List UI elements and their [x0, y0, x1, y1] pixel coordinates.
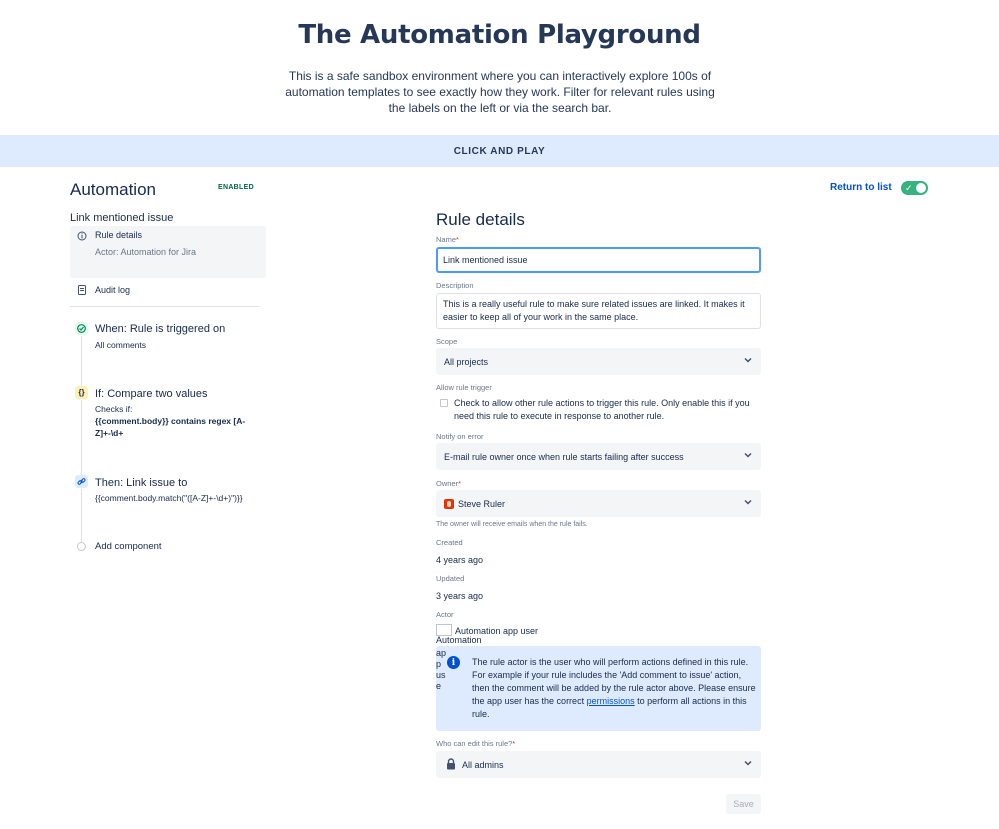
add-component-dot — [77, 542, 86, 551]
owner-helper-text: The owner will receive emails when the r… — [436, 521, 588, 528]
description-textarea[interactable]: This is a really useful rule to make sur… — [436, 293, 761, 329]
flow-connector — [81, 400, 82, 476]
scope-select[interactable]: All projects — [436, 348, 761, 375]
editors-select[interactable]: All admins — [436, 751, 761, 778]
lock-icon — [447, 758, 455, 770]
avatar — [444, 499, 454, 509]
status-badge: ENABLED — [218, 184, 254, 191]
condition-checks-label: Checks if: — [95, 404, 133, 414]
permissions-link[interactable]: permissions — [587, 696, 635, 706]
chevron-down-icon — [744, 357, 752, 363]
editors-label: Who can edit this rule?* — [436, 739, 516, 748]
document-icon — [77, 285, 87, 295]
trigger-subtitle: All comments — [95, 340, 147, 350]
scope-label: Scope — [436, 337, 458, 346]
chevron-down-icon — [744, 760, 752, 766]
updated-value: 3 years ago — [436, 591, 484, 601]
toggle-knob — [916, 183, 926, 193]
sidebar-item-label: Rule details — [95, 230, 143, 240]
sidebar-divider — [70, 306, 259, 307]
owner-select[interactable]: Steve Ruler — [436, 490, 761, 517]
notify-value: E-mail rule owner once when rule starts … — [444, 451, 684, 462]
rule-name-input[interactable]: Link mentioned issue — [436, 247, 761, 273]
condition-braces-icon: {} — [75, 386, 88, 399]
flow-connector — [81, 336, 82, 386]
add-component-button[interactable]: Add component — [95, 541, 162, 552]
automation-title: Automation — [70, 180, 156, 199]
chevron-down-icon — [744, 452, 752, 458]
description-label: Description — [436, 281, 474, 290]
created-value: 4 years ago — [436, 555, 484, 565]
action-expression: {{comment.body.match("([A-Z]+-\d+)")}} — [95, 493, 243, 503]
owner-label: Owner* — [436, 479, 462, 488]
trigger-icon — [75, 322, 88, 335]
sidebar-actor-text: Actor: Automation for Jira — [95, 247, 197, 257]
flow-connector — [81, 489, 82, 542]
info-icon: i — [447, 656, 460, 669]
allow-trigger-checkbox[interactable] — [440, 399, 448, 407]
save-button[interactable]: Save — [726, 794, 761, 814]
page-description: This is a safe sandbox environment where… — [285, 69, 715, 115]
checkmark-icon: ✓ — [905, 183, 913, 193]
chevron-down-icon — [744, 499, 752, 505]
actor-image-alt: Automation — [436, 635, 482, 645]
actor-info-text: The rule actor is the user who will perf… — [472, 657, 756, 719]
editors-value: All admins — [462, 759, 504, 770]
link-icon — [75, 475, 88, 488]
owner-value: Steve Ruler — [458, 498, 506, 509]
condition-title[interactable]: If: Compare two values — [95, 388, 208, 400]
page-title: The Automation Playground — [298, 20, 701, 50]
scope-value: All projects — [444, 356, 489, 367]
return-to-list-link[interactable]: Return to list — [830, 182, 892, 193]
condition-expression: {{comment.body}} contains regex [A-Z]+-\… — [95, 416, 246, 438]
actor-image-alt-overflow: app use — [436, 648, 447, 691]
click-and-play-banner: CLICK AND PLAY — [0, 135, 999, 167]
name-label: Name* — [436, 235, 459, 244]
actor-label: Actor — [436, 610, 454, 619]
allow-trigger-label: Allow rule trigger — [436, 383, 492, 392]
banner-label: CLICK AND PLAY — [453, 145, 546, 157]
updated-label: Updated — [436, 574, 465, 583]
info-circle-icon — [77, 231, 87, 241]
created-label: Created — [436, 538, 463, 547]
rule-enabled-toggle[interactable]: ✓ — [901, 181, 928, 195]
notify-select[interactable]: E-mail rule owner once when rule starts … — [436, 443, 761, 470]
trigger-title[interactable]: When: Rule is triggered on — [95, 323, 225, 335]
rule-details-heading: Rule details — [436, 210, 525, 229]
action-title[interactable]: Then: Link issue to — [95, 477, 187, 489]
allow-trigger-text: Check to allow other rule actions to tri… — [454, 398, 750, 421]
sidebar-rule-name: Link mentioned issue — [70, 212, 174, 224]
sidebar-item-audit-log[interactable]: Audit log — [95, 285, 130, 295]
notify-label: Notify on error — [436, 432, 484, 441]
